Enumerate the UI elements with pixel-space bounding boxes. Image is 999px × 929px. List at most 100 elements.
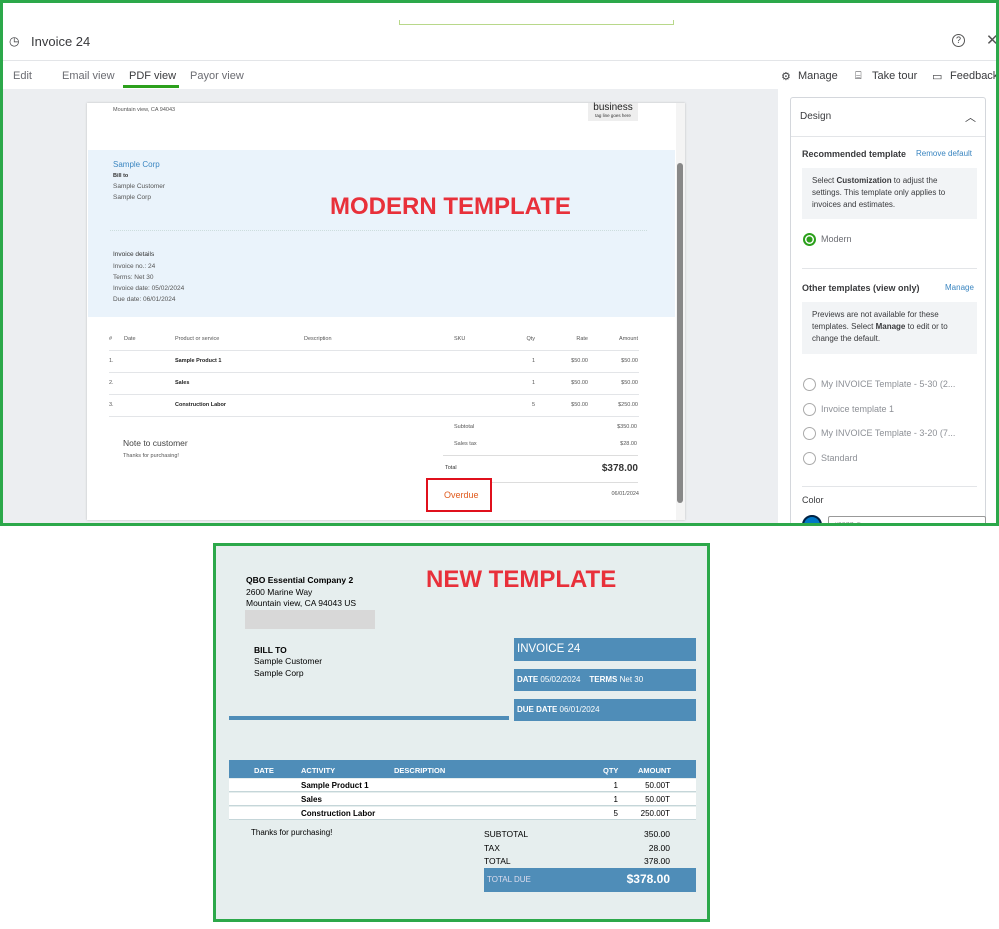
column-header: Rate [576,336,588,342]
table-cell: 1 [531,358,535,364]
annotation-label: MODERN TEMPLATE [330,193,571,220]
template-option-label: My INVOICE Template - 3-20 (7... [821,428,956,438]
table-cell: 3. [109,402,114,408]
radio-template[interactable] [803,378,816,391]
feedback-button[interactable]: Feedback [950,70,996,82]
color-label: Color [802,495,824,505]
table-cell: 1 [613,795,618,804]
recommended-label: Recommended template [802,149,907,159]
table-cell: Construction Labor [175,402,227,408]
due-date: Due date: 06/01/2024 [113,296,176,303]
manage-templates-link[interactable]: Manage [945,283,974,292]
subtotal-label: Subtotal [454,424,475,430]
template-modern-label: Modern [821,234,852,244]
table-cell: $50.00 [621,358,638,364]
column-header: Product or service [175,336,220,342]
column-header: Qty [526,336,535,342]
manage-button[interactable]: Manage [798,70,838,82]
bill-to-line: Sample Customer [254,656,323,666]
radio-template[interactable] [803,427,816,440]
tab-payor-view[interactable]: Payor view [190,70,244,82]
total-value: 378.00 [644,856,670,866]
bill-to-line: Sample Corp [254,668,304,678]
history-icon[interactable]: ◷ [9,34,19,48]
table-cell: 1 [531,380,535,386]
radio-modern[interactable] [803,233,816,246]
other-info: Previews are not available for these tem… [802,302,977,354]
annotation-label: NEW TEMPLATE [426,566,617,593]
other-templates-label: Other templates (view only) [802,283,920,293]
table-cell: Sample Product 1 [175,358,222,364]
active-tab-indicator [123,85,179,88]
column-header-activity: ACTIVITY [301,766,336,775]
column-header: Amount [619,336,638,342]
table-cell: 5 [531,402,535,408]
radio-template[interactable] [803,451,816,465]
bill-to-label: Bill to [113,173,129,179]
column-header-amount: AMOUNT [638,766,671,775]
note-text: Thanks for purchasing! [251,828,333,837]
company-logo: business tag line goes here [588,103,638,121]
table-cell: Construction Labor [301,809,376,818]
scrollbar[interactable] [676,103,685,520]
column-header-description: DESCRIPTION [394,766,446,775]
invoice-date: Invoice date: 05/02/2024 [113,285,185,292]
design-header: Design [800,111,832,122]
drag-handle[interactable] [399,20,674,25]
column-header: Date [124,336,136,342]
template-option-label: Standard [821,452,858,463]
table-cell: $250.00 [618,402,638,408]
gear-icon: ⚙ [781,71,791,83]
column-header: Description [304,336,332,342]
subtotal-value: 350.00 [644,829,670,839]
company-address: 2600 Marine Way [246,587,313,597]
table-cell: $50.00 [571,380,588,386]
table-header [229,760,696,778]
scrollbar-thumb[interactable] [677,163,683,503]
table-cell: $50.00 [621,380,638,386]
tab-pdf-view[interactable]: PDF view [129,70,176,82]
table-cell: $50.00 [571,402,588,408]
company-address: Mountain view, CA 94043 [113,107,176,113]
table-cell: 5 [613,809,618,818]
company-address: Mountain view, CA 94043 US [246,598,357,608]
table-cell: 1. [109,358,114,364]
subtotal-label: SUBTOTAL [484,829,529,839]
details-label: Invoice details [113,251,155,258]
due-date-bar: DUE DATE 06/01/2024 [514,699,696,721]
table-cell: Sales [175,380,190,386]
recommended-info: Select Customization to adjust the setti… [802,168,977,219]
tab-email-view[interactable]: Email view [62,70,115,82]
bill-to-label: BILL TO [254,645,287,655]
status-badge: Overdue [444,490,479,500]
total-label: Total [445,465,457,471]
tax-label: Sales tax [454,441,477,447]
table-cell: 250.00T [640,809,670,818]
note-label: Note to customer [123,438,188,448]
chevron-up-icon[interactable]: ︿ [965,109,976,125]
divider [110,230,647,231]
radio-template[interactable] [803,402,816,416]
close-icon[interactable]: ✕ [986,31,996,49]
invoice-title: INVOICE 24 [514,638,696,661]
note-text: Thanks for purchasing! [123,453,179,459]
color-input[interactable]: #0077c5 [828,516,986,523]
table-cell: 2. [109,380,114,386]
table-cell: Sample Product 1 [301,781,369,790]
template-option-label: My INVOICE Template - 5-30 (2... [821,379,956,389]
total-label: TOTAL [484,856,511,866]
remove-default-link[interactable]: Remove default [916,149,972,158]
total-due-bar: TOTAL DUE $378.00 [484,868,696,892]
column-header: # [109,336,113,342]
take-tour-button[interactable]: Take tour [872,70,917,82]
terms: Terms: Net 30 [113,274,154,281]
tab-edit[interactable]: Edit [13,70,32,82]
tax-value: 28.00 [648,843,670,853]
redacted-block [245,610,375,629]
customer-name: Sample Corp [113,160,160,169]
column-header: SKU [454,336,466,342]
tax-value: $28.00 [620,441,637,447]
template-option-label: Invoice template 1 [821,403,895,414]
bill-to-line: Sample Customer [113,183,166,190]
help-icon[interactable]: ? [952,34,965,47]
